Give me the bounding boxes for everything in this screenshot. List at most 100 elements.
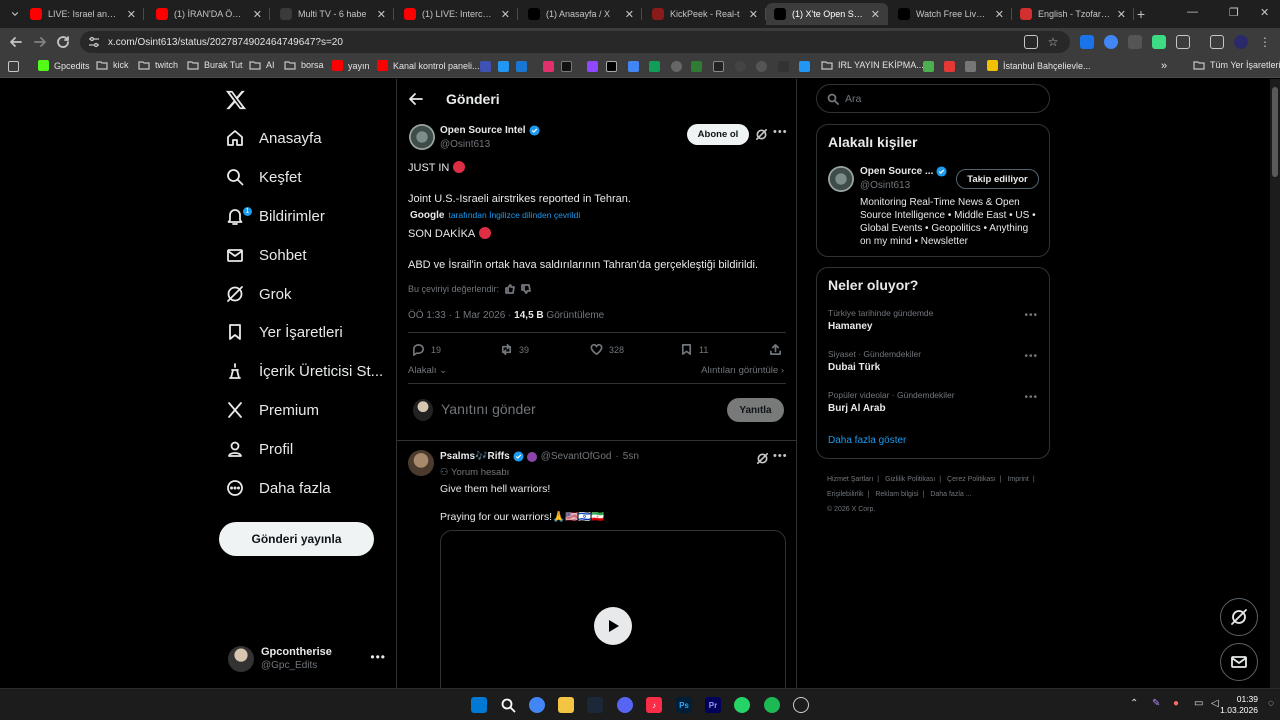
reply-author-avatar[interactable] <box>408 450 434 476</box>
related-handle[interactable]: @Osint613 <box>860 180 910 191</box>
related-avatar[interactable] <box>828 166 854 192</box>
browser-tab[interactable]: English - Tzofar - Red ✕ <box>1012 3 1134 25</box>
nav-item-more[interactable]: Daha fazla <box>218 473 331 503</box>
sort-replies-dropdown[interactable]: Alakalı ⌄ <box>408 365 447 376</box>
chrome-icon[interactable] <box>529 697 545 713</box>
nav-item-explore[interactable]: Keşfet <box>218 162 302 192</box>
play-button[interactable] <box>594 607 632 645</box>
nav-item-bookmarks[interactable]: Yer İşaretleri <box>218 317 343 347</box>
nav-item-creator-studio[interactable]: İçerik Üreticisi St... <box>218 356 383 386</box>
bookmark-site-icon[interactable] <box>498 61 509 72</box>
more-bookmarks-chevron-icon[interactable]: » <box>1161 60 1167 72</box>
author-avatar[interactable] <box>409 124 435 150</box>
x-logo-icon[interactable] <box>225 89 247 111</box>
close-tab-icon[interactable]: ✕ <box>501 8 510 21</box>
footer-link[interactable]: Gizlilik Politikası <box>885 476 935 483</box>
post-timestamp[interactable]: ÖÖ 1:33 · 1 Mar 2026 · <box>408 310 511 321</box>
premiere-icon[interactable]: Pr <box>705 697 721 713</box>
steam-icon[interactable] <box>587 697 603 713</box>
notification-bell-icon[interactable]: ◌ <box>1268 698 1280 710</box>
tiktok-icon[interactable] <box>561 61 572 72</box>
browser-tab[interactable]: Watch Free Live Worl ✕ <box>890 3 1012 25</box>
browser-tab[interactable]: (1) İRAN'DA ÖNÜMÜ ✕ <box>148 3 270 25</box>
bookmark-folder-kick[interactable]: kick <box>96 60 129 70</box>
reply-author[interactable]: Psalms🎶Riffs @SevantOfGod · 5sn <box>440 451 639 462</box>
nav-item-home[interactable]: Anasayfa <box>218 123 322 153</box>
close-window-button[interactable]: ✕ <box>1260 6 1269 19</box>
close-tab-icon[interactable]: ✕ <box>995 8 1004 21</box>
more-horizontal-icon[interactable]: ••• <box>773 126 788 138</box>
browser-tab[interactable]: KickPeek - Real-t ✕ <box>644 3 766 25</box>
browser-tab[interactable]: (1) Anasayfa / X ✕ <box>520 3 642 25</box>
browser-tab[interactable]: (1) LIVE: Interceptio ✕ <box>396 3 518 25</box>
minimize-button[interactable]: — <box>1187 6 1198 18</box>
twitch-icon[interactable] <box>587 61 598 72</box>
browser-menu-icon[interactable]: ⋮ <box>1258 35 1272 49</box>
bookmark-folder-burak-tut[interactable]: Burak Tut <box>187 60 243 70</box>
following-button[interactable]: Takip ediliyor <box>956 169 1039 189</box>
reload-icon[interactable] <box>55 34 71 50</box>
extension-icon[interactable] <box>1104 35 1118 49</box>
close-tab-icon[interactable]: ✕ <box>625 8 634 21</box>
google-docs-icon[interactable] <box>628 61 639 72</box>
bookmark-kanal-kontrol[interactable]: Kanal kontrol paneli... <box>377 60 480 71</box>
footer-link[interactable]: Hizmet Şartları <box>827 476 873 483</box>
more-horizontal-icon[interactable]: ••• <box>1024 351 1038 362</box>
system-clock[interactable]: 01:39 1.03.2026 <box>1220 694 1258 716</box>
footer-link[interactable]: Daha fazla ... <box>930 491 971 498</box>
show-more-link[interactable]: Daha fazla göster <box>828 435 906 446</box>
bookmark-star-icon[interactable]: ☆ <box>1046 35 1060 49</box>
start-menu-icon[interactable] <box>471 697 487 713</box>
bookmark-folder-twitch[interactable]: twitch <box>138 60 178 70</box>
share-action[interactable] <box>769 343 788 356</box>
search-icon[interactable] <box>500 697 516 713</box>
page-scrollbar[interactable] <box>1270 79 1280 688</box>
post-button[interactable]: Gönderi yayınla <box>219 522 374 556</box>
repost-action[interactable]: 39 <box>500 343 529 356</box>
close-tab-icon[interactable]: ✕ <box>749 8 758 21</box>
browser-tab[interactable]: (1) X'te Open Source ✕ <box>766 3 888 25</box>
author-handle[interactable]: @Osint613 <box>440 139 490 150</box>
reply-action[interactable]: 19 <box>412 343 441 356</box>
bookmark-folder-all[interactable]: Tüm Yer İşaretleri <box>1193 60 1280 70</box>
bookmark-site-icon[interactable] <box>944 61 955 72</box>
video-player[interactable] <box>440 530 786 688</box>
apps-grid-icon[interactable] <box>8 61 19 72</box>
file-explorer-icon[interactable] <box>558 697 574 713</box>
close-tab-icon[interactable]: ✕ <box>377 8 386 21</box>
bookmark-gpcedits[interactable]: Gpcedits <box>38 60 90 71</box>
account-switcher[interactable]: Gpcontherise @Gpc_Edits ••• <box>228 642 388 674</box>
footer-link[interactable]: Imprint <box>1007 476 1028 483</box>
close-tab-icon[interactable]: ✕ <box>871 8 880 21</box>
bookmark-site-icon[interactable] <box>480 61 491 72</box>
bookmark-site-icon[interactable] <box>756 61 767 72</box>
new-tab-button[interactable]: + <box>1131 3 1151 25</box>
search-input[interactable]: Ara <box>816 84 1050 113</box>
nav-item-grok[interactable]: Grok <box>218 279 292 309</box>
bookmark-site-icon[interactable] <box>713 61 724 72</box>
app-icon[interactable] <box>793 697 809 713</box>
subscribe-button[interactable]: Abone ol <box>687 124 749 145</box>
media-controls-icon[interactable] <box>1210 35 1224 49</box>
close-tab-icon[interactable]: ✕ <box>127 8 136 21</box>
author-name[interactable]: Open Source Intel <box>440 125 540 136</box>
spotify-icon[interactable] <box>764 697 780 713</box>
bookmark-yayin[interactable]: yayın <box>332 60 370 71</box>
bookmark-site-icon[interactable] <box>799 61 810 72</box>
bookmark-folder-borsa[interactable]: borsa <box>284 60 324 70</box>
close-tab-icon[interactable]: ✕ <box>253 8 262 21</box>
tray-pen-icon[interactable]: ✎ <box>1152 698 1164 710</box>
bookmark-folder-irl[interactable]: IRL YAYIN EKİPMA... <box>821 60 924 70</box>
related-name[interactable]: Open Source ... <box>860 166 947 177</box>
bookmark-site-icon[interactable] <box>923 61 934 72</box>
view-quotes-link[interactable]: Alıntıları görüntüle › <box>701 365 784 376</box>
bookmark-site-icon[interactable] <box>691 61 702 72</box>
grok-icon[interactable] <box>755 128 768 141</box>
profile-avatar-icon[interactable] <box>1234 35 1248 49</box>
back-icon[interactable] <box>8 34 24 50</box>
nav-item-premium[interactable]: Premium <box>218 395 319 425</box>
music-icon[interactable]: ♪ <box>646 697 662 713</box>
footer-link[interactable]: Erişilebilirlik <box>827 491 864 498</box>
tray-chevron-icon[interactable]: ⌃ <box>1130 698 1142 710</box>
close-tab-icon[interactable]: ✕ <box>1117 8 1126 21</box>
